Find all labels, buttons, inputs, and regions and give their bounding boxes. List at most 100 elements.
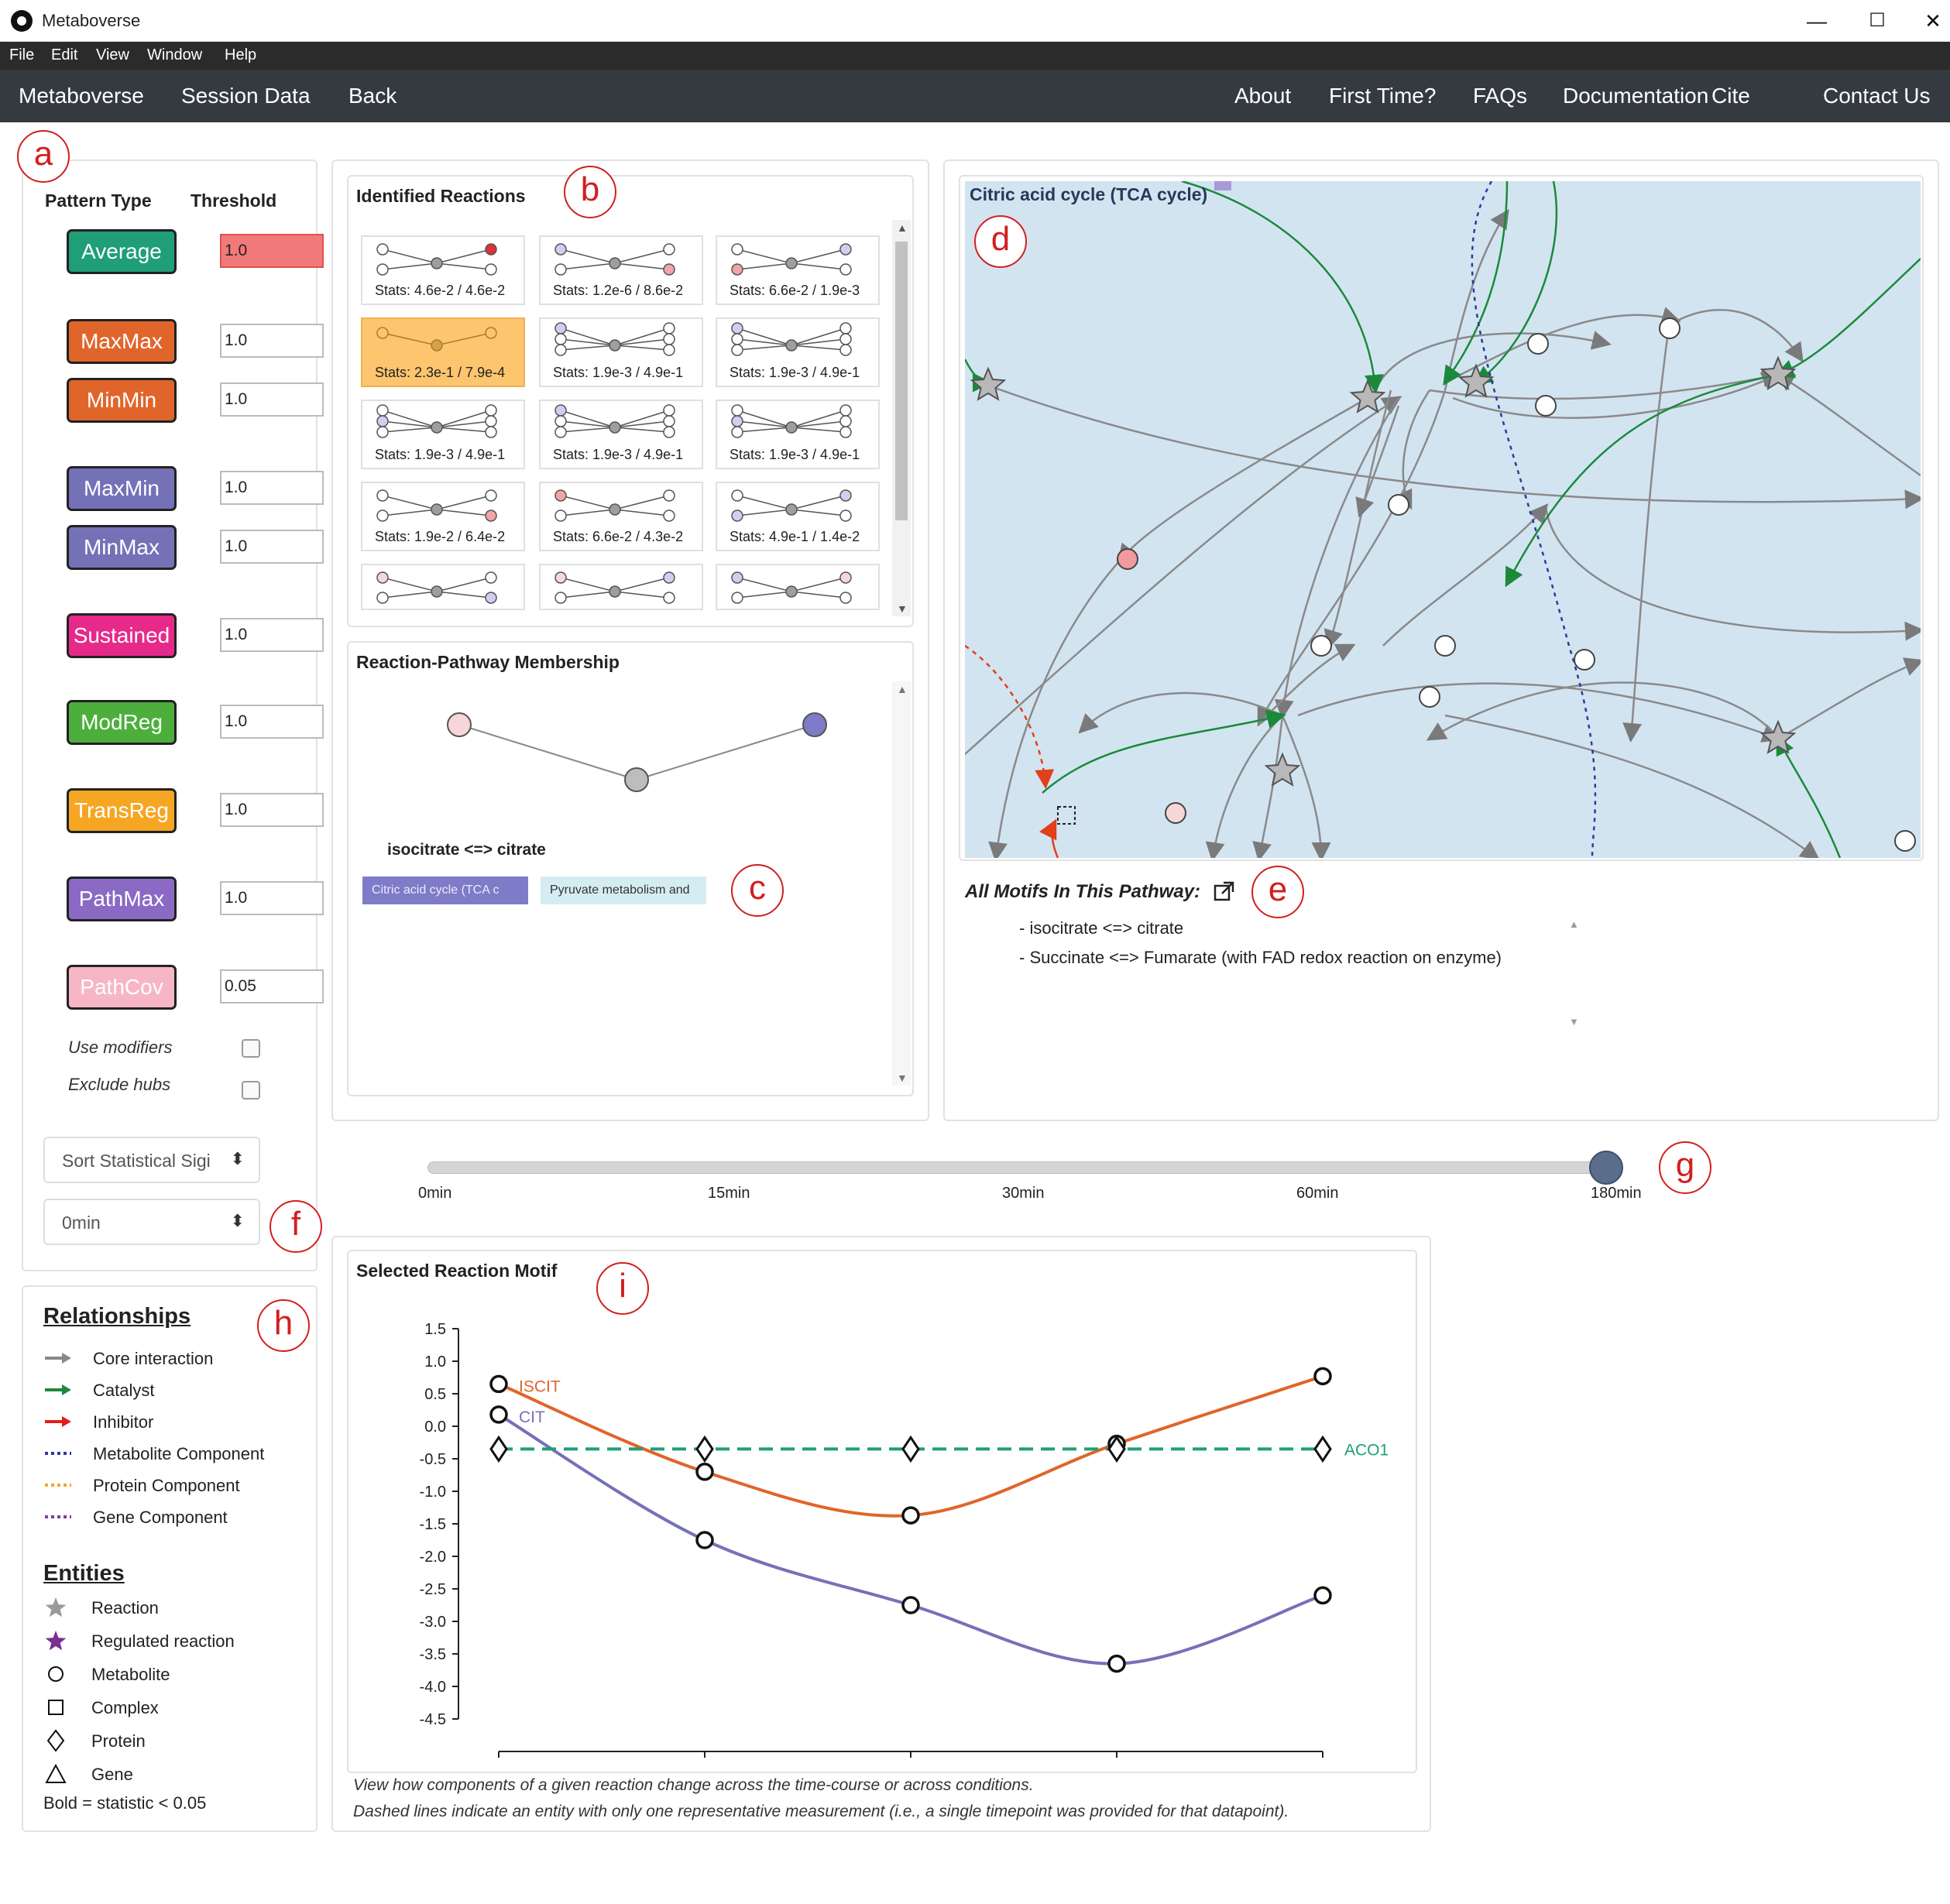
membership-scrollbar[interactable]: ▲ ▼ — [892, 681, 911, 1086]
reaction-card[interactable]: Stats: 1.9e-2 / 6.4e-2 — [361, 482, 525, 551]
y-tick-label: 1.5 — [424, 1321, 446, 1338]
product-node — [839, 415, 852, 427]
reaction-card[interactable]: Stats: 4.6e-2 / 4.6e-2 — [361, 235, 525, 305]
nav-documentation[interactable]: Documentation — [1563, 84, 1708, 108]
exclude-hubs-label: Exclude hubs — [68, 1075, 171, 1094]
threshold-input-transreg[interactable]: 1.0 — [220, 793, 324, 827]
threshold-input-pathmax[interactable]: 1.0 — [220, 881, 324, 915]
substrate-node — [731, 404, 743, 417]
nav-metaboverse[interactable]: Metaboverse — [19, 84, 144, 108]
slider-tick-label: 15min — [708, 1185, 750, 1202]
time-select[interactable]: 0min ⬍ — [43, 1199, 260, 1245]
nav-contact-us[interactable]: Contact Us — [1823, 84, 1931, 108]
reaction-card[interactable]: Stats: 1.2e-6 / 8.6e-2 — [539, 235, 703, 305]
product-node — [485, 415, 497, 427]
motif-item[interactable]: - isocitrate <=> citrate — [1019, 918, 1183, 938]
nav-about[interactable]: About — [1234, 84, 1291, 108]
nav-first-time[interactable]: First Time? — [1329, 84, 1436, 108]
reaction-card[interactable] — [361, 564, 525, 610]
close-icon[interactable]: ✕ — [1910, 5, 1950, 37]
pattern-minmax-button[interactable]: MinMax — [67, 525, 177, 570]
triangle-icon — [45, 1763, 67, 1783]
threshold-input-maxmin[interactable]: 1.0 — [220, 471, 324, 505]
reaction-card[interactable]: Stats: 1.9e-3 / 4.9e-1 — [539, 400, 703, 469]
threshold-input-maxmax[interactable]: 1.0 — [220, 324, 324, 358]
pattern-minmin-button[interactable]: MinMin — [67, 378, 177, 423]
pattern-transreg-button[interactable]: TransReg — [67, 788, 177, 833]
threshold-input-average[interactable]: 1.0 — [220, 234, 324, 268]
data-point-cit — [1313, 1586, 1332, 1605]
nav-faqs[interactable]: FAQs — [1473, 84, 1527, 108]
reactions-scroll-thumb[interactable] — [895, 242, 908, 520]
entity-label: Reaction — [91, 1598, 159, 1618]
scroll-down-icon[interactable]: ▼ — [1569, 1016, 1579, 1027]
nav-cite[interactable]: Cite — [1711, 84, 1750, 108]
pattern-pathmax-button[interactable]: PathMax — [67, 877, 177, 921]
reaction-card[interactable]: Stats: 6.6e-2 / 1.9e-3 — [716, 235, 880, 305]
motif-line-chart[interactable]: 1.5 1.0 0.5 0.0 -0.5 -1.0 -1.5 -2.0 -2.5 -3.0 -3.5… — [356, 1309, 1409, 1765]
annotation-b: b — [564, 166, 616, 218]
reactions-scrollbar[interactable]: ▲ ▼ — [892, 220, 911, 616]
menu-view[interactable]: View — [96, 46, 129, 64]
threshold-input-minmax[interactable]: 1.0 — [220, 530, 324, 564]
motif-item[interactable]: - Succinate <=> Fumarate (with FAD redox… — [1019, 948, 1502, 968]
menu-edit[interactable]: Edit — [51, 46, 77, 64]
bold-note: Bold = statistic < 0.05 — [43, 1793, 207, 1813]
scroll-up-icon[interactable]: ▲ — [897, 221, 908, 234]
threshold-input-minmin[interactable]: 1.0 — [220, 383, 324, 417]
reaction-card[interactable]: Stats: 1.9e-3 / 4.9e-1 — [539, 317, 703, 387]
pattern-maxmax-button[interactable]: MaxMax — [67, 319, 177, 364]
pathway-tag-tca[interactable]: Citric acid cycle (TCA c — [362, 877, 528, 904]
card-mini-graph — [554, 489, 675, 522]
scroll-down-icon[interactable]: ▼ — [897, 602, 908, 615]
reaction-card[interactable] — [716, 564, 880, 610]
reaction-card[interactable] — [539, 564, 703, 610]
exclude-hubs-checkbox[interactable] — [242, 1081, 260, 1100]
scroll-up-icon[interactable]: ▲ — [1569, 918, 1579, 930]
minimize-icon[interactable]: — — [1794, 5, 1840, 37]
reaction-card[interactable]: Stats: 2.3e-1 / 7.9e-4 — [361, 317, 525, 387]
pattern-modreg-button[interactable]: ModReg — [67, 700, 177, 745]
pattern-average-button[interactable]: Average — [67, 229, 177, 274]
threshold-header: Threshold — [191, 190, 277, 211]
timepoint-slider-track[interactable] — [427, 1161, 1614, 1174]
threshold-input-sustained[interactable]: 1.0 — [220, 618, 324, 652]
threshold-input-modreg[interactable]: 1.0 — [220, 705, 324, 739]
reaction-node — [624, 767, 649, 792]
pattern-sustained-button[interactable]: Sustained — [67, 613, 177, 658]
threshold-input-pathcov[interactable]: 0.05 — [220, 969, 324, 1003]
substrate-node — [554, 243, 567, 256]
data-point-iscit — [695, 1463, 714, 1481]
menu-window[interactable]: Window — [147, 46, 202, 64]
menu-file[interactable]: File — [9, 46, 34, 64]
relationships-title: Relationships — [43, 1304, 191, 1329]
pathway-network-graph[interactable] — [965, 181, 1921, 858]
reaction-card[interactable]: Stats: 1.9e-3 / 4.9e-1 — [716, 400, 880, 469]
nav-back[interactable]: Back — [348, 84, 397, 108]
menu-help[interactable]: Help — [225, 46, 256, 64]
motifs-title: All Motifs In This Pathway: — [965, 881, 1201, 902]
maximize-icon[interactable]: ☐ — [1854, 5, 1900, 37]
use-modifiers-checkbox[interactable] — [242, 1039, 260, 1058]
metabolite-node — [1117, 548, 1138, 570]
scroll-up-icon[interactable]: ▲ — [897, 683, 908, 695]
data-point-iscit — [489, 1374, 508, 1394]
scroll-down-icon[interactable]: ▼ — [897, 1072, 908, 1084]
reaction-card[interactable]: Stats: 6.6e-2 / 4.3e-2 — [539, 482, 703, 551]
reaction-card[interactable]: Stats: 4.9e-1 / 1.4e-2 — [716, 482, 880, 551]
pathway-tag-pyruvate[interactable]: Pyruvate metabolism and — [541, 877, 706, 904]
external-link-icon[interactable] — [1213, 880, 1236, 903]
pattern-pathcov-button[interactable]: PathCov — [67, 965, 177, 1010]
sort-select[interactable]: Sort Statistical Sigi ⬍ — [43, 1137, 260, 1183]
product-node — [485, 426, 497, 438]
substrate-node — [731, 426, 743, 438]
reaction-card[interactable]: Stats: 1.9e-3 / 4.9e-1 — [716, 317, 880, 387]
substrate-node — [731, 333, 743, 345]
nav-session-data[interactable]: Session Data — [181, 84, 311, 108]
use-modifiers-label: Use modifiers — [68, 1038, 173, 1057]
pattern-maxmin-button[interactable]: MaxMin — [67, 466, 177, 511]
reaction-card[interactable]: Stats: 1.9e-3 / 4.9e-1 — [361, 400, 525, 469]
timepoint-slider-thumb[interactable] — [1589, 1151, 1623, 1185]
slider-tick-label: 30min — [1002, 1185, 1045, 1202]
data-point-aco1 — [695, 1435, 714, 1463]
